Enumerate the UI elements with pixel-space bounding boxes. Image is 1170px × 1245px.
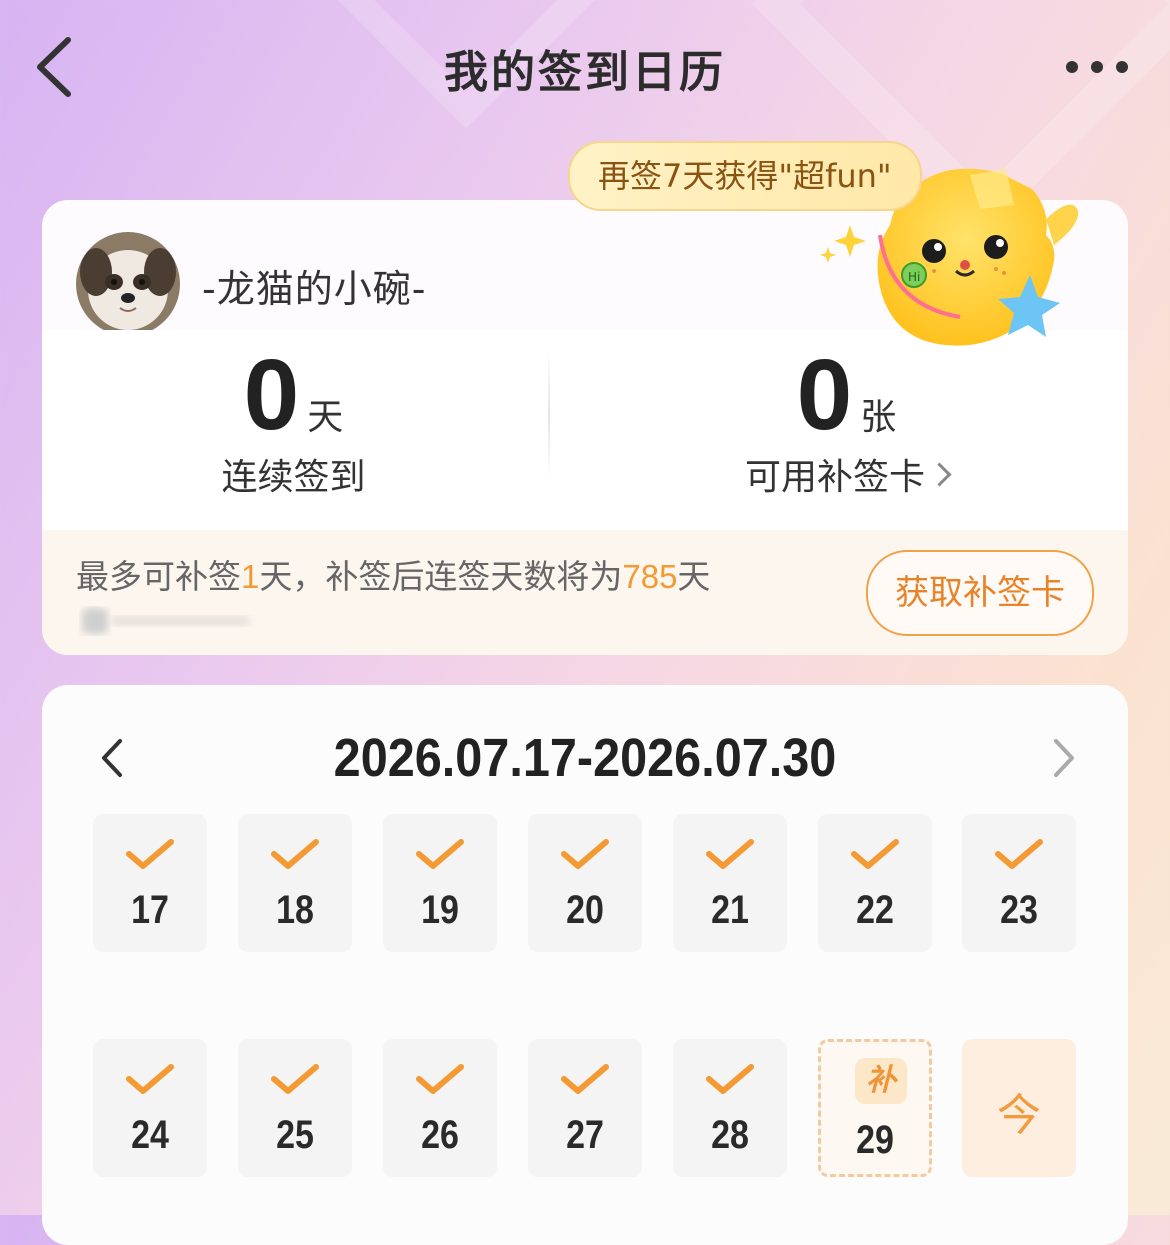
username: -龙猫的小碗- bbox=[202, 267, 427, 311]
makeup-text-suffix: 天 bbox=[677, 557, 711, 596]
calendar-day[interactable]: 20 bbox=[528, 814, 642, 952]
checkmark-icon bbox=[995, 839, 1043, 869]
calendar-day[interactable]: 21 bbox=[673, 814, 787, 952]
reward-tip-bubble[interactable]: 再签7天获得"超fun" bbox=[568, 141, 922, 211]
day-number: 18 bbox=[276, 888, 314, 932]
checkmark-icon bbox=[416, 839, 464, 869]
day-number: 25 bbox=[276, 1113, 314, 1157]
calendar-card: 2026.07.17-2026.07.30 17 18 19 20 21 22 … bbox=[42, 685, 1128, 1245]
makeup-info-bar: 最多可补签1天，补签后连签天数将为785天 获取补签卡 bbox=[42, 530, 1128, 655]
streak-unit: 天 bbox=[307, 397, 344, 438]
day-number: 26 bbox=[421, 1113, 459, 1157]
streak-label: 连续签到 bbox=[221, 457, 366, 498]
makeup-days: 1 bbox=[241, 558, 260, 595]
calendar-day[interactable]: 25 bbox=[238, 1039, 352, 1177]
calendar-day[interactable]: 18 bbox=[238, 814, 352, 952]
calendar-day[interactable]: 19 bbox=[383, 814, 497, 952]
calendar-day[interactable]: 24 bbox=[93, 1039, 207, 1177]
calendar-day-makeup[interactable]: 补 29 bbox=[818, 1039, 932, 1177]
calendar-day[interactable]: 28 bbox=[673, 1039, 787, 1177]
day-number: 28 bbox=[711, 1113, 749, 1157]
day-number: 22 bbox=[856, 888, 894, 932]
checkmark-icon bbox=[416, 1064, 464, 1094]
checkmark-icon bbox=[851, 839, 899, 869]
makeup-result-days: 785 bbox=[622, 558, 678, 595]
page-title: 我的签到日历 bbox=[444, 47, 726, 98]
checkmark-icon bbox=[561, 1064, 609, 1094]
makeup-cards-label[interactable]: 可用补签卡 bbox=[745, 457, 925, 498]
today-label: 今 bbox=[997, 1090, 1041, 1141]
stats-divider bbox=[548, 350, 550, 480]
day-number: 20 bbox=[566, 888, 604, 932]
checkmark-icon bbox=[706, 1064, 754, 1094]
chevron-right-icon bbox=[1054, 739, 1074, 777]
calendar-day[interactable]: 23 bbox=[962, 814, 1076, 952]
day-number: 21 bbox=[711, 888, 749, 932]
top-bar: 我的签到日历 bbox=[0, 0, 1170, 140]
makeup-cards-unit: 张 bbox=[860, 397, 897, 438]
streak-stat: 0天 连续签到 bbox=[42, 330, 585, 530]
get-makeup-card-button[interactable]: 获取补签卡 bbox=[866, 550, 1094, 636]
calendar-day-today[interactable]: 今 bbox=[962, 1039, 1076, 1177]
day-number: 24 bbox=[131, 1113, 169, 1157]
day-number: 29 bbox=[856, 1118, 894, 1162]
svg-text:Hi: Hi bbox=[908, 270, 920, 284]
day-number: 19 bbox=[421, 888, 459, 932]
checkmark-icon bbox=[126, 839, 174, 869]
makeup-text-mid: 天，补签后连签天数将为 bbox=[259, 557, 623, 596]
streak-count: 0 bbox=[243, 339, 300, 451]
makeup-info-text: 最多可补签1天，补签后连签天数将为785天 bbox=[76, 550, 710, 598]
more-button[interactable] bbox=[1062, 52, 1132, 82]
checkmark-icon bbox=[126, 1064, 174, 1094]
next-range-button[interactable] bbox=[1042, 735, 1082, 781]
makeup-text-prefix: 最多可补签 bbox=[76, 557, 241, 596]
checkmark-icon bbox=[271, 1064, 319, 1094]
checkmark-icon bbox=[271, 839, 319, 869]
chevron-right-icon[interactable] bbox=[927, 462, 952, 487]
more-dots-icon bbox=[1066, 61, 1128, 73]
calendar-day[interactable]: 22 bbox=[818, 814, 932, 952]
checkmark-icon bbox=[706, 839, 754, 869]
calendar-day[interactable]: 26 bbox=[383, 1039, 497, 1177]
avatar[interactable] bbox=[76, 232, 180, 336]
checkmark-icon bbox=[561, 839, 609, 869]
makeup-badge: 补 bbox=[855, 1058, 907, 1104]
day-number: 23 bbox=[1000, 888, 1038, 932]
date-range: 2026.07.17-2026.07.30 bbox=[333, 728, 837, 788]
calendar-day[interactable]: 17 bbox=[93, 814, 207, 952]
day-number: 27 bbox=[566, 1113, 604, 1157]
day-number: 17 bbox=[131, 888, 169, 932]
calendar-day[interactable]: 27 bbox=[528, 1039, 642, 1177]
blurred-avatar-row bbox=[82, 608, 250, 634]
